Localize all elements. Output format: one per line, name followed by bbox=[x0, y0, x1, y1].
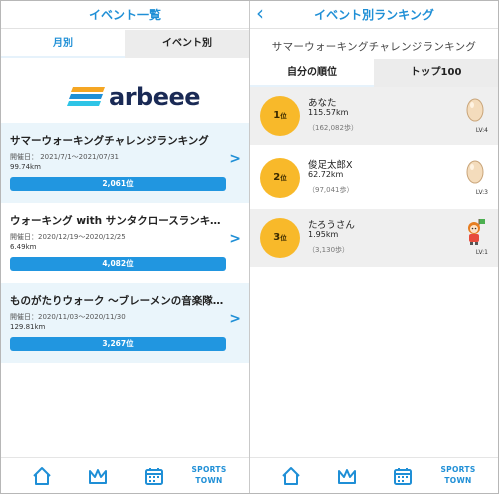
event-title: サマーウォーキングチャレンジランキング bbox=[10, 135, 209, 147]
user-level: LV:1 bbox=[475, 249, 488, 256]
chevron-right-icon: > bbox=[229, 151, 241, 167]
rank-suffix: 位 bbox=[280, 112, 287, 120]
user-steps: （162,082歩） bbox=[308, 124, 358, 132]
event-title: ものがたりウォーク ～ブレーメンの音楽隊～ランキング bbox=[10, 295, 230, 307]
event-title: ウォーキング with サンタクロースランキング bbox=[10, 215, 230, 227]
arbeee-logo: arbeee bbox=[67, 83, 201, 113]
brand-line2: TOWN bbox=[195, 476, 223, 485]
user-level: LV:3 bbox=[475, 189, 488, 196]
event-list-screen: イベント一覧 月別 イベント別 arbeee サマーウォーキングチャレンジランキ… bbox=[1, 1, 249, 493]
header: ‹ イベント別ランキング bbox=[250, 1, 498, 29]
user-name: 俊足太郎X bbox=[308, 160, 353, 171]
crown-icon[interactable] bbox=[87, 465, 109, 487]
egg-icon bbox=[466, 98, 484, 122]
egg-icon bbox=[466, 160, 484, 184]
logo-stripes-icon bbox=[67, 87, 105, 106]
user-level: LV:4 bbox=[475, 127, 488, 134]
page-title: イベント一覧 bbox=[88, 8, 161, 22]
event-rank-bar: 3,267位 bbox=[10, 337, 226, 351]
event-distance: 129.81km bbox=[10, 323, 46, 331]
rank-suffix: 位 bbox=[280, 234, 287, 242]
brand-line1: SPORTS bbox=[440, 465, 476, 474]
chevron-right-icon: > bbox=[229, 311, 241, 327]
event-name: サマーウォーキングチャレンジランキング bbox=[271, 41, 477, 53]
user-distance: 1.95km bbox=[308, 230, 339, 239]
sports-town-button[interactable]: SPORTS TOWN bbox=[438, 464, 478, 486]
brand-line2: TOWN bbox=[444, 476, 472, 485]
sports-town-button[interactable]: SPORTS TOWN bbox=[189, 464, 229, 486]
tab-bar: 月別 イベント別 bbox=[1, 30, 249, 58]
home-icon[interactable] bbox=[280, 465, 302, 487]
rank-badge: 1位 bbox=[260, 96, 300, 136]
ranking-row[interactable]: 3位 たろうさん 1.95km （3,130歩） LV:1 bbox=[250, 209, 498, 267]
header: イベント一覧 bbox=[1, 1, 249, 29]
character-icon bbox=[468, 219, 485, 245]
user-name: あなた bbox=[308, 98, 337, 109]
home-icon[interactable] bbox=[31, 465, 53, 487]
calendar-icon[interactable] bbox=[143, 465, 165, 487]
logo-text: arbeee bbox=[109, 83, 201, 111]
tab-top-100[interactable]: トップ100 bbox=[374, 59, 498, 87]
event-date: 開催日：2020/12/19～2020/12/25 bbox=[10, 233, 126, 241]
user-name: たろうさん bbox=[308, 220, 355, 231]
user-distance: 115.57km bbox=[308, 108, 349, 117]
user-distance: 62.72km bbox=[308, 170, 344, 179]
event-card[interactable]: ものがたりウォーク ～ブレーメンの音楽隊～ランキング 開催日：2020/11/0… bbox=[1, 283, 249, 363]
chevron-right-icon: > bbox=[229, 231, 241, 247]
crown-icon[interactable] bbox=[336, 465, 358, 487]
rank-badge: 3位 bbox=[260, 218, 300, 258]
brand-line1: SPORTS bbox=[191, 465, 227, 474]
rank-suffix: 位 bbox=[280, 174, 287, 182]
event-ranking-screen: ‹ イベント別ランキング サマーウォーキングチャレンジランキング 自分の順位 ト… bbox=[250, 1, 498, 493]
page-title: イベント別ランキング bbox=[314, 8, 434, 22]
event-date: 開催日： 2021/7/1～2021/07/31 bbox=[10, 153, 120, 161]
user-steps: （97,041歩） bbox=[308, 186, 354, 194]
bottom-nav: SPORTS TOWN bbox=[1, 457, 249, 493]
event-rank-bar: 2,061位 bbox=[10, 177, 226, 191]
tab-by-event[interactable]: イベント別 bbox=[125, 30, 249, 58]
event-distance: 99.74km bbox=[10, 163, 41, 171]
rank-badge: 2位 bbox=[260, 158, 300, 198]
ranking-row[interactable]: 1位 あなた 115.57km （162,082歩） LV:4 bbox=[250, 87, 498, 145]
event-date: 開催日：2020/11/03～2020/11/30 bbox=[10, 313, 126, 321]
event-card[interactable]: ウォーキング with サンタクロースランキング 開催日：2020/12/19～… bbox=[1, 203, 249, 283]
bottom-nav: SPORTS TOWN bbox=[250, 457, 498, 493]
tab-monthly[interactable]: 月別 bbox=[1, 30, 125, 58]
tab-my-rank[interactable]: 自分の順位 bbox=[250, 59, 374, 87]
event-rank-bar: 4,082位 bbox=[10, 257, 226, 271]
event-distance: 6.49km bbox=[10, 243, 37, 251]
user-steps: （3,130歩） bbox=[308, 246, 350, 254]
ranking-row[interactable]: 2位 俊足太郎X 62.72km （97,041歩） LV:3 bbox=[250, 149, 498, 207]
tab-bar: 自分の順位 トップ100 bbox=[250, 59, 498, 87]
calendar-icon[interactable] bbox=[392, 465, 414, 487]
event-card[interactable]: サマーウォーキングチャレンジランキング 開催日： 2021/7/1～2021/0… bbox=[1, 123, 249, 203]
